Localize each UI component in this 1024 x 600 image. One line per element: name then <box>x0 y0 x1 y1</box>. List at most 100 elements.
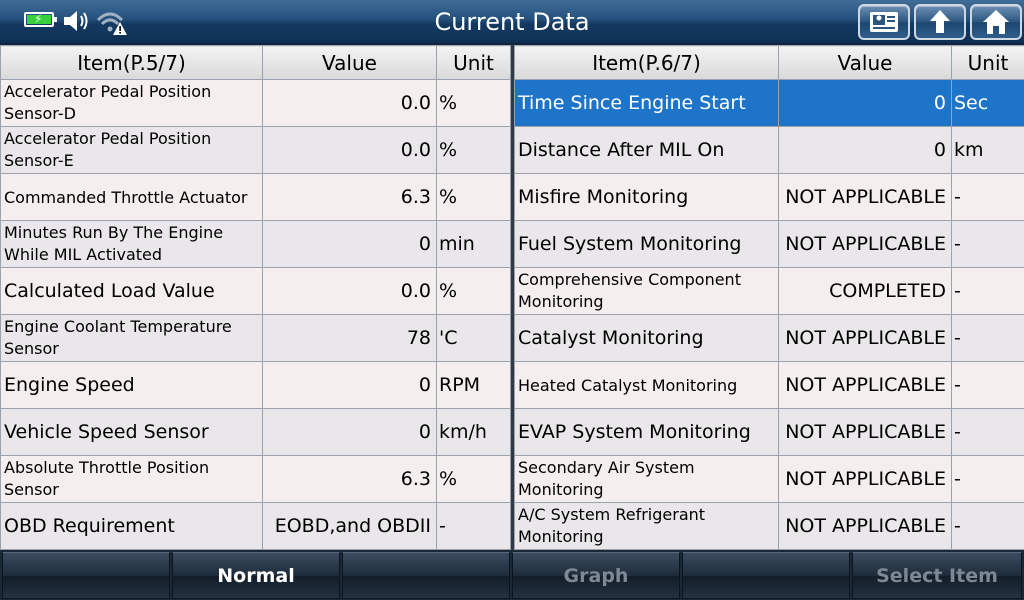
row-unit: % <box>436 126 511 174</box>
select-item-button[interactable]: Select Item <box>852 552 1022 599</box>
wifi-warning-icon <box>96 8 128 36</box>
row-value: COMPLETED <box>778 267 952 315</box>
table-row[interactable]: Heated Catalyst Monitoring NOT APPLICABL… <box>514 361 1024 409</box>
row-unit: - <box>951 173 1024 221</box>
row-unit: - <box>951 361 1024 409</box>
table-row[interactable]: OBD Requirement EOBD,and OBDII - <box>0 502 511 550</box>
row-unit: - <box>951 220 1024 268</box>
row-unit: min <box>436 220 511 268</box>
row-item: Secondary Air System Monitoring <box>514 455 779 503</box>
row-item: Calculated Load Value <box>0 267 263 315</box>
row-item: Absolute Throttle Position Sensor <box>0 455 263 503</box>
report-button[interactable] <box>858 4 910 40</box>
volume-icon <box>62 8 92 34</box>
table-row[interactable]: Secondary Air System Monitoring NOT APPL… <box>514 455 1024 503</box>
row-value: 0 <box>778 126 952 174</box>
table-row[interactable]: Engine Coolant Temperature Sensor 78 'C <box>0 314 511 362</box>
column-header-value: Value <box>778 45 952 80</box>
row-unit: - <box>951 455 1024 503</box>
row-item: Commanded Throttle Actuator <box>0 173 263 221</box>
row-value: 78 <box>262 314 437 362</box>
title-bar: Current Data ⚡ <box>0 0 1024 44</box>
row-item: Minutes Run By The Engine While MIL Acti… <box>0 220 263 268</box>
graph-button[interactable]: Graph <box>512 552 680 599</box>
bottom-button-empty-3 <box>682 552 850 599</box>
row-value: NOT APPLICABLE <box>778 455 952 503</box>
row-item: Heated Catalyst Monitoring <box>514 361 779 409</box>
row-item: Comprehensive Component Monitoring <box>514 267 779 315</box>
table-row[interactable]: Distance After MIL On 0 km <box>514 126 1024 174</box>
row-unit: - <box>951 408 1024 456</box>
row-value: 0 <box>262 361 437 409</box>
table-row[interactable]: Calculated Load Value 0.0 % <box>0 267 511 315</box>
table-row[interactable]: Accelerator Pedal Position Sensor-D 0.0 … <box>0 79 511 127</box>
battery-charging-icon: ⚡ <box>24 12 57 27</box>
table-row[interactable]: Accelerator Pedal Position Sensor-E 0.0 … <box>0 126 511 174</box>
row-item: Engine Coolant Temperature Sensor <box>0 314 263 362</box>
row-item: Engine Speed <box>0 361 263 409</box>
table-row[interactable]: Commanded Throttle Actuator 6.3 % <box>0 173 511 221</box>
row-item: EVAP System Monitoring <box>514 408 779 456</box>
row-item: Accelerator Pedal Position Sensor-E <box>0 126 263 174</box>
column-header-item: Item(P.5/7) <box>0 45 263 80</box>
column-header-unit: Unit <box>436 45 511 80</box>
bottom-toolbar: Normal Graph Select Item <box>0 550 1024 600</box>
row-item: Time Since Engine Start <box>514 79 779 127</box>
bottom-button-empty-1 <box>2 552 170 599</box>
row-item: Fuel System Monitoring <box>514 220 779 268</box>
row-unit: % <box>436 79 511 127</box>
home-icon <box>983 10 1009 34</box>
normal-button[interactable]: Normal <box>172 552 340 599</box>
row-unit: - <box>951 314 1024 362</box>
table-row-selected[interactable]: Time Since Engine Start 0 Sec <box>514 79 1024 127</box>
table-row[interactable]: Comprehensive Component Monitoring COMPL… <box>514 267 1024 315</box>
table-row[interactable]: Minutes Run By The Engine While MIL Acti… <box>0 220 511 268</box>
row-unit: km/h <box>436 408 511 456</box>
row-unit: % <box>436 455 511 503</box>
home-button[interactable] <box>970 4 1022 40</box>
row-value: 0.0 <box>262 267 437 315</box>
report-icon <box>870 12 898 32</box>
row-value: 0 <box>262 408 437 456</box>
row-value: 0.0 <box>262 126 437 174</box>
row-unit: - <box>951 502 1024 550</box>
row-item: Distance After MIL On <box>514 126 779 174</box>
table-row[interactable]: A/C System Refrigerant Monitoring NOT AP… <box>514 502 1024 550</box>
row-item: Misfire Monitoring <box>514 173 779 221</box>
data-table-right: Item(P.6/7) Value Unit Time Since Engine… <box>514 45 1024 550</box>
column-header-item: Item(P.6/7) <box>514 45 779 80</box>
table-header: Item(P.6/7) Value Unit <box>514 45 1024 80</box>
row-item: Vehicle Speed Sensor <box>0 408 263 456</box>
table-row[interactable]: EVAP System Monitoring NOT APPLICABLE - <box>514 408 1024 456</box>
row-unit: % <box>436 173 511 221</box>
row-unit: 'C <box>436 314 511 362</box>
table-row[interactable]: Vehicle Speed Sensor 0 km/h <box>0 408 511 456</box>
back-button[interactable] <box>914 4 966 40</box>
row-unit: Sec <box>951 79 1024 127</box>
table-row[interactable]: Absolute Throttle Position Sensor 6.3 % <box>0 455 511 503</box>
row-item: OBD Requirement <box>0 502 263 550</box>
row-value: NOT APPLICABLE <box>778 173 952 221</box>
bottom-button-empty-2 <box>342 552 510 599</box>
data-table-left: Item(P.5/7) Value Unit Accelerator Pedal… <box>0 45 511 550</box>
row-item: Catalyst Monitoring <box>514 314 779 362</box>
row-value: 0 <box>778 79 952 127</box>
row-unit: - <box>951 267 1024 315</box>
row-item: Accelerator Pedal Position Sensor-D <box>0 79 263 127</box>
row-value: NOT APPLICABLE <box>778 314 952 362</box>
row-unit: % <box>436 267 511 315</box>
up-arrow-icon <box>930 10 950 33</box>
table-row[interactable]: Misfire Monitoring NOT APPLICABLE - <box>514 173 1024 221</box>
row-unit: - <box>436 502 511 550</box>
data-tables: Item(P.5/7) Value Unit Accelerator Pedal… <box>0 45 1024 550</box>
row-unit: RPM <box>436 361 511 409</box>
row-unit: km <box>951 126 1024 174</box>
column-header-unit: Unit <box>951 45 1024 80</box>
row-value: 0 <box>262 220 437 268</box>
column-header-value: Value <box>262 45 437 80</box>
table-row[interactable]: Engine Speed 0 RPM <box>0 361 511 409</box>
row-value: 0.0 <box>262 79 437 127</box>
table-row[interactable]: Catalyst Monitoring NOT APPLICABLE - <box>514 314 1024 362</box>
row-value: NOT APPLICABLE <box>778 220 952 268</box>
table-row[interactable]: Fuel System Monitoring NOT APPLICABLE - <box>514 220 1024 268</box>
